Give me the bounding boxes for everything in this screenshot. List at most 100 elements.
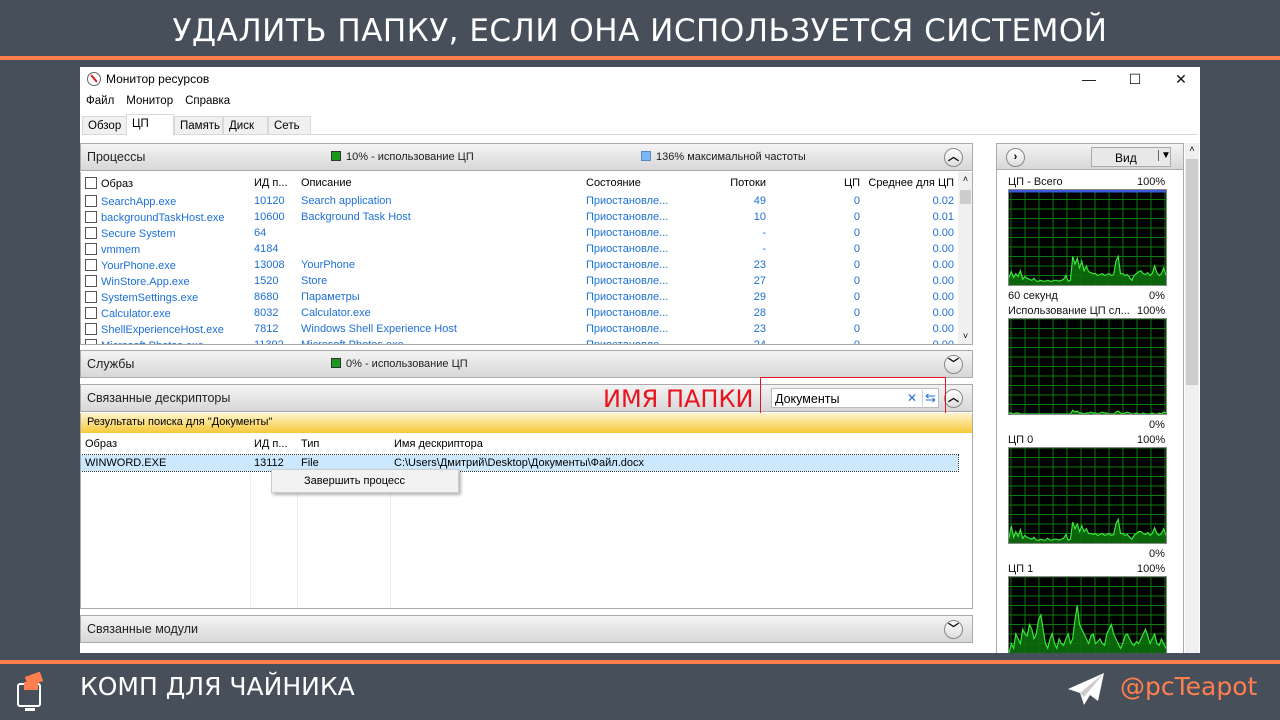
handles-table: Образ ИД п... Тип Имя дескриптора WINWOR… [80, 433, 973, 609]
table-cell: 0.00 [932, 307, 954, 319]
select-all-checkbox[interactable] [85, 176, 97, 189]
cpu-graph [1008, 318, 1167, 415]
expand-chevron-down-icon[interactable]: ﹀ [944, 620, 963, 639]
col-status[interactable]: Состояние [582, 173, 676, 193]
handles-title: Связанные дескрипторы [87, 391, 231, 405]
col-threads[interactable]: Потоки [676, 173, 770, 193]
table-cell: 0 [853, 323, 860, 335]
cpu-area [1009, 605, 1166, 653]
table-cell: Приостановле... [586, 339, 669, 345]
table-cell: Background Task Host [301, 211, 411, 223]
table-cell: Приостановле... [586, 275, 669, 287]
cpu-usage-text: 10% - использование ЦП [346, 151, 474, 163]
table-cell: Microsoft.Photos.exe [301, 339, 404, 345]
tab-overview[interactable]: Обзор [82, 116, 127, 135]
table-cell: Приостановле... [586, 291, 669, 303]
col-handle-name[interactable]: Имя дескриптора [390, 433, 958, 455]
col-image[interactable]: Образ [81, 173, 250, 193]
services-header[interactable]: Службы 0% - использование ЦП ﹀ [80, 350, 973, 378]
row-checkbox[interactable] [85, 306, 97, 319]
menu-file[interactable]: Файл [86, 95, 114, 107]
table-cell: Secure System [81, 225, 250, 241]
telegram-icon[interactable] [1066, 671, 1106, 707]
row-checkbox[interactable] [85, 322, 97, 335]
chevron-right-icon[interactable]: › [1006, 148, 1025, 167]
table-cell: 13008 [254, 259, 285, 271]
expand-chevron-down-icon[interactable]: ﹀ [944, 355, 963, 374]
maximize-button[interactable]: ☐ [1112, 67, 1158, 91]
tab-memory[interactable]: Память [174, 116, 223, 135]
table-cell: YourPhone.exe [81, 257, 250, 273]
window-title: Монитор ресурсов [106, 72, 210, 86]
minimize-button[interactable]: — [1066, 67, 1112, 91]
table-row[interactable]: Secure System 64 Приостановле... - 0 0.00 [81, 225, 958, 241]
graph-min: 0% [1149, 290, 1165, 302]
green-square-icon [331, 358, 341, 368]
row-checkbox[interactable] [85, 338, 97, 344]
row-checkbox[interactable] [85, 210, 97, 223]
table-cell: Search application [301, 195, 392, 207]
menu-monitor[interactable]: Монитор [126, 95, 173, 107]
table-row[interactable]: WINWORD.EXE 13112 File C:\Users\Дмитрий\… [81, 454, 959, 472]
graph-max: 100% [1137, 305, 1166, 317]
table-cell: SearchApp.exe [81, 193, 250, 209]
tab-disk[interactable]: Диск [223, 116, 268, 135]
processes-header[interactable]: Процессы 10% - использование ЦП 136% мак… [80, 143, 973, 171]
table-cell: 11392 [254, 339, 284, 345]
table-row[interactable]: backgroundTaskHost.exe 10600 Background Ta… [81, 209, 958, 225]
collapse-chevron-up-icon[interactable]: ︿ [944, 389, 963, 408]
col-cpu[interactable]: ЦП [770, 173, 864, 193]
table-cell: 0.02 [932, 195, 954, 207]
row-checkbox[interactable] [85, 274, 97, 287]
menu-help[interactable]: Справка [185, 95, 230, 107]
process-name: SearchApp.exe [101, 195, 177, 208]
col-description[interactable]: Описание [297, 173, 582, 193]
row-checkbox[interactable] [85, 290, 97, 303]
collapse-chevron-up-icon[interactable]: ︿ [944, 148, 963, 167]
cell-handle-name: C:\Users\Дмитрий\Desktop\Документы\Файл.… [394, 457, 644, 469]
menu-bar: Файл Монитор Справка [86, 95, 242, 107]
table-row[interactable]: YourPhone.exe 13008 YourPhone Приостановле.… [81, 257, 958, 273]
row-checkbox[interactable] [85, 258, 97, 271]
table-cell: - [762, 243, 766, 255]
modules-header[interactable]: Связанные модули ﹀ [80, 615, 973, 643]
col-type[interactable]: Тип [297, 433, 390, 455]
table-row[interactable]: SearchApp.exe 10120 Search application Прио… [81, 193, 958, 209]
table-cell [297, 225, 582, 241]
footer-handle[interactable]: @pcTeapot [1120, 672, 1257, 701]
table-row[interactable]: Calculator.exe 8032 Calculator.exe Приостан… [81, 305, 958, 321]
row-checkbox[interactable] [85, 242, 97, 255]
table-row[interactable]: WinStore.App.exe 1520 Store Приостановле...… [81, 273, 958, 289]
col-image[interactable]: Образ [81, 433, 250, 455]
table-row[interactable]: ShellExperienceHost.exe 7812 Windows Shell… [81, 321, 958, 337]
graph-timespan: 60 секунд [1008, 290, 1058, 302]
menu-item-end-process[interactable]: Завершить процесс [304, 475, 405, 487]
table-row[interactable]: vmmem 4184 Приостановле... - 0 0.00 [81, 241, 958, 257]
graph-label: Использование ЦП сл... [1008, 305, 1130, 317]
services-cpu-text: 0% - использование ЦП [346, 358, 468, 370]
row-checkbox[interactable] [85, 194, 97, 207]
tab-network[interactable]: Сеть [268, 116, 311, 135]
col-pid[interactable]: ИД п... [250, 173, 297, 193]
graph-label: ЦП 0 [1008, 434, 1034, 446]
table-row[interactable]: Microsoft.Photos.exe 11392 Microsoft.Photo… [81, 337, 958, 345]
processes-table: Образ ИД п... Описание Состояние Потоки … [80, 172, 973, 345]
graphs-panel: › Вид ▼ ЦП - Всего 100% 0% 60 секунд Использ… [996, 143, 1184, 653]
max-frequency-meter: 136% максимальной частоты [641, 151, 806, 163]
graphs-scrollbar[interactable]: ˄ [1185, 143, 1199, 653]
col-avg-cpu[interactable]: Среднее для ЦП [864, 173, 958, 193]
close-button[interactable]: ✕ [1158, 67, 1200, 91]
tab-cpu[interactable]: ЦП [126, 114, 174, 136]
table-row[interactable]: SystemSettings.exe 8680 Параметры Приостано… [81, 289, 958, 305]
table-cell: Приостановле... [586, 211, 669, 223]
table-cell: Приостановле... [586, 307, 669, 319]
table-cell: 8680 [254, 291, 279, 303]
row-checkbox[interactable] [85, 226, 97, 239]
col-pid[interactable]: ИД п... [250, 433, 297, 455]
cpu-graph [1008, 189, 1167, 286]
table-cell: 0 [853, 211, 860, 223]
view-dropdown[interactable]: Вид ▼ [1091, 147, 1171, 167]
table-cell: 4184 [254, 243, 279, 255]
table-cell: Приостановле... [586, 243, 669, 255]
processes-scrollbar[interactable]: ˄ ˅ [958, 172, 972, 344]
